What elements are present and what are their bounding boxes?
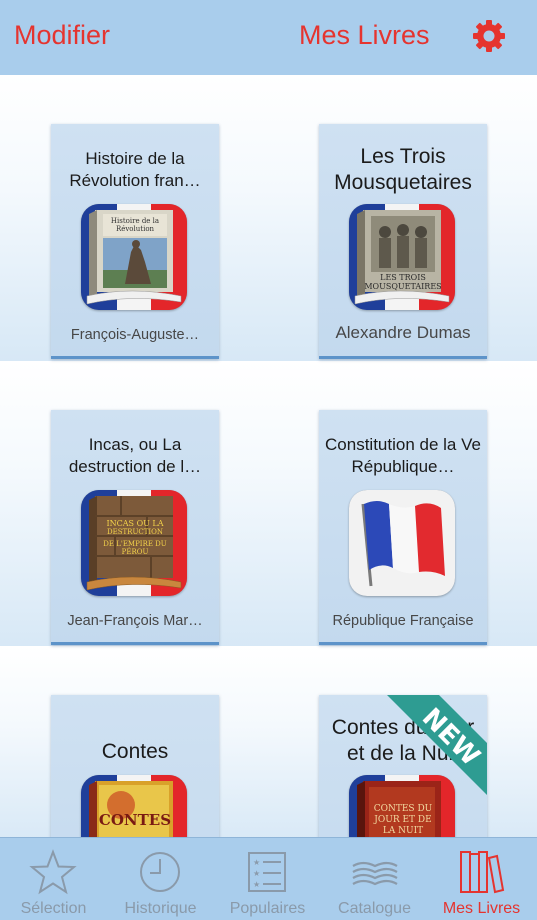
- french-flag-cover: [349, 490, 455, 596]
- gear-icon[interactable]: [471, 18, 507, 54]
- incas-book-cover: INCAS OU LA DESTRUCTION DE L'EMPIRE DU P…: [81, 490, 187, 596]
- svg-text:PÉROU: PÉROU: [122, 547, 149, 556]
- tab-mes-livres[interactable]: Mes Livres: [428, 838, 535, 920]
- tab-label: Sélection: [20, 900, 87, 917]
- book-histoire-revolution[interactable]: Histoire de la Révolution fran… Histoire…: [51, 124, 219, 359]
- svg-text:★: ★: [253, 880, 260, 889]
- book-constitution[interactable]: Constitution de la Ve République… Républ…: [319, 410, 487, 645]
- tab-label: Catalogue: [338, 900, 411, 917]
- book-title: Les Trois Mousquetaires: [334, 145, 472, 194]
- svg-text:LA NUIT: LA NUIT: [383, 826, 423, 836]
- svg-text:INCAS OU LA: INCAS OU LA: [106, 519, 163, 528]
- svg-text:Histoire de la: Histoire de la: [111, 217, 159, 225]
- tab-catalogue[interactable]: Catalogue: [321, 838, 428, 920]
- svg-text:DE L'EMPIRE DU: DE L'EMPIRE DU: [103, 540, 166, 548]
- books-icon: [460, 851, 505, 894]
- book-author: Alexandre Dumas: [335, 323, 471, 342]
- tab-label: Historique: [124, 900, 197, 917]
- cover-text: CONTES: [99, 811, 171, 829]
- navigation-bar: Modifier Mes Livres: [0, 0, 537, 75]
- book-trois-mousquetaires[interactable]: Les Trois Mousquetaires LES TROIS MOUSQU…: [319, 124, 487, 359]
- svg-text:MOUSQUETAIRES: MOUSQUETAIRES: [364, 282, 441, 291]
- tab-label: Populaires: [229, 900, 306, 917]
- svg-text:DESTRUCTION: DESTRUCTION: [107, 528, 163, 536]
- svg-text:LES TROIS: LES TROIS: [380, 273, 426, 282]
- statue-book-cover: Histoire de la Révolution: [81, 204, 187, 310]
- tab-label: Mes Livres: [442, 900, 521, 917]
- tab-selection[interactable]: Sélection: [0, 838, 107, 920]
- book-author: République Française: [332, 613, 474, 629]
- book-title: Contes du Jour et de la Nuit: [331, 716, 475, 765]
- tab-populaires[interactable]: ★ ★ ★ Populaires: [214, 838, 321, 920]
- book-title: Constitution de la Ve République…: [325, 435, 481, 476]
- tab-bar: Sélection Historique ★ ★ ★ Populaires Ca…: [0, 837, 537, 920]
- clock-icon: [140, 852, 180, 892]
- star-icon: [29, 849, 77, 895]
- book-author: Jean-François Mar…: [67, 613, 203, 629]
- svg-text:CONTES DU: CONTES DU: [374, 804, 433, 814]
- book-title: Incas, ou La destruction de l…: [68, 435, 202, 476]
- musketeers-book-cover: LES TROIS MOUSQUETAIRES: [349, 204, 455, 310]
- open-book-icon: [352, 861, 398, 886]
- page-title: Mes Livres: [299, 20, 430, 50]
- tab-historique[interactable]: Historique: [107, 838, 214, 920]
- svg-text:★: ★: [253, 869, 260, 878]
- book-incas[interactable]: Incas, ou La destruction de l… INCAS OU …: [51, 410, 219, 645]
- book-author: François-Auguste…: [70, 327, 200, 343]
- svg-text:Révolution: Révolution: [116, 225, 155, 233]
- list-icon: ★ ★ ★: [248, 852, 286, 892]
- edit-button[interactable]: Modifier: [14, 20, 110, 51]
- svg-text:JOUR ET DE: JOUR ET DE: [373, 815, 431, 825]
- book-title: Histoire de la Révolution fran…: [69, 149, 201, 190]
- svg-text:★: ★: [253, 858, 260, 867]
